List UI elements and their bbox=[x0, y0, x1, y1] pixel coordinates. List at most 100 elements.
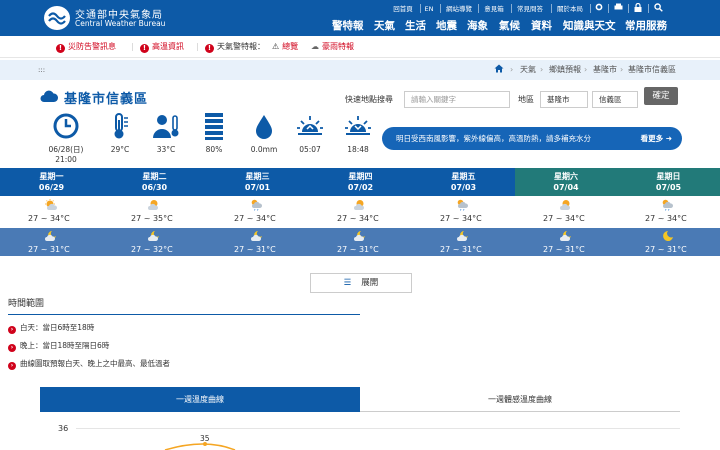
gear-icon[interactable] bbox=[594, 3, 604, 15]
day-temp-tue: 27 ~ 35°C bbox=[131, 214, 173, 223]
nav-services[interactable]: 常用服務 bbox=[625, 19, 667, 33]
feels-like-icon bbox=[152, 112, 180, 140]
util-link-home[interactable]: 回首頁 bbox=[388, 3, 418, 15]
note-chart: › 曲線圖取預報白天、晚上之中最高、最低溫者 bbox=[8, 359, 170, 370]
confirm-button[interactable]: 確定 bbox=[644, 87, 678, 105]
tab-weekly-temperature[interactable]: 一週溫度曲線 bbox=[40, 387, 360, 412]
keyword-search-input[interactable]: 請輸入關鍵字 bbox=[404, 91, 510, 108]
nav-climate[interactable]: 氣候 bbox=[499, 19, 520, 33]
logo-subtitle[interactable]: Central Weather Bureau bbox=[75, 19, 165, 28]
bullet-icon: › bbox=[8, 344, 16, 352]
see-more-link[interactable]: 看更多 ➜ bbox=[641, 127, 672, 150]
moon-cloudy-icon bbox=[354, 231, 365, 241]
breadcrumb-district: 基隆市信義區 bbox=[628, 65, 676, 74]
note-text: 晚上：當日18時至隔日6時 bbox=[20, 341, 110, 350]
day-date: 07/03 bbox=[450, 183, 477, 192]
chart-gridline bbox=[76, 428, 680, 429]
print-icon[interactable] bbox=[612, 3, 624, 15]
heat-info-link[interactable]: ! 高溫資訊 bbox=[140, 41, 184, 53]
day-header-sat: 星期六 07/04 bbox=[515, 168, 617, 196]
breadcrumb-township[interactable]: 鄉鎮預報 bbox=[549, 64, 581, 76]
nav-knowledge[interactable]: 知識與天文 bbox=[563, 19, 616, 33]
nav-life[interactable]: 生活 bbox=[405, 19, 426, 33]
day-header-mon: 星期一 06/29 bbox=[0, 168, 103, 196]
search-icon[interactable] bbox=[652, 3, 664, 15]
warning-info: ! 天氣警特報： bbox=[205, 41, 265, 53]
alert-divider: | bbox=[196, 42, 199, 51]
night-temp-fri: 27 ~ 31°C bbox=[440, 245, 482, 254]
warning-triangle-icon: ⚠ bbox=[272, 42, 280, 51]
day-temp-wed: 27 ~ 34°C bbox=[234, 214, 276, 223]
sunny-cloudy-icon bbox=[354, 200, 365, 210]
util-link-about[interactable]: 關於本局 bbox=[554, 3, 586, 15]
rain-drop-icon bbox=[250, 112, 278, 140]
nav-earthquake[interactable]: 地震 bbox=[436, 19, 457, 33]
bullet-icon: › bbox=[8, 362, 16, 370]
cloudy-rain-icon bbox=[662, 199, 674, 211]
expand-label: 展開 bbox=[361, 278, 379, 288]
breadcrumb-city[interactable]: 基隆市 bbox=[593, 64, 617, 76]
rain-cloud-icon: ☁ bbox=[311, 42, 319, 51]
home-icon[interactable] bbox=[494, 64, 504, 77]
moon-cloudy-icon bbox=[45, 231, 56, 241]
sunset-time: 18:48 bbox=[347, 145, 369, 154]
util-link-feedback[interactable]: 意見箱 bbox=[481, 3, 507, 15]
warning-overview-link[interactable]: ⚠ 總覽 bbox=[272, 41, 298, 53]
breadcrumb-weather[interactable]: 天氣 bbox=[520, 64, 536, 76]
moon-cloudy-icon bbox=[560, 231, 571, 241]
disaster-alert-link[interactable]: ! 災防告警訊息 bbox=[56, 41, 116, 53]
day-date: 06/30 bbox=[141, 183, 168, 192]
day-temp-sun: 27 ~ 34°C bbox=[645, 214, 687, 223]
heat-info-label: 高溫資訊 bbox=[152, 42, 184, 51]
util-divider bbox=[511, 4, 512, 13]
util-divider bbox=[551, 4, 552, 13]
cloudy-rain-icon bbox=[457, 199, 469, 211]
day-date: 07/04 bbox=[553, 183, 579, 192]
sunny-cloudy-icon bbox=[560, 200, 571, 210]
y-axis-tick: 36 bbox=[58, 424, 69, 433]
breadcrumb-separator: › bbox=[510, 65, 514, 74]
util-link-sitemap[interactable]: 網站導覽 bbox=[443, 3, 475, 15]
moon-cloudy-icon bbox=[251, 231, 262, 241]
util-link-en[interactable]: EN bbox=[422, 3, 436, 15]
day-temp-mon: 27 ~ 34°C bbox=[28, 214, 70, 223]
util-divider bbox=[628, 4, 629, 13]
moon-cloudy-icon bbox=[148, 231, 159, 241]
alert-bar: ! 災防告警訊息 | ! 高溫資訊 | ! 天氣警特報： ⚠ 總覽 ☁ 豪雨特報 bbox=[0, 36, 720, 58]
city-select[interactable]: 基隆市 bbox=[540, 91, 588, 108]
forecast-banner[interactable]: 明日受西南風影響，紫外線偏高，高溫防熱，請多補充水分 看更多 ➜ bbox=[382, 127, 682, 150]
nav-marine[interactable]: 海象 bbox=[467, 19, 488, 33]
overview-label: 總覽 bbox=[282, 42, 299, 51]
breadcrumb-separator: › bbox=[584, 65, 588, 74]
nav-warnings[interactable]: 警特報 bbox=[332, 19, 364, 33]
district-select[interactable]: 信義區 bbox=[592, 91, 638, 108]
day-name: 星期六 bbox=[554, 172, 578, 181]
expand-button[interactable]: ☰ 展開 bbox=[310, 273, 412, 293]
arrow-circle-icon: ➜ bbox=[665, 134, 672, 143]
lock-icon[interactable] bbox=[632, 2, 644, 15]
day-header-thu: 星期四 07/02 bbox=[309, 168, 412, 196]
time-range-title: 時間範圍 bbox=[8, 299, 45, 309]
sunset-icon bbox=[344, 112, 372, 140]
breadcrumb-separator: › bbox=[540, 65, 544, 74]
disaster-alert-label: 災防告警訊息 bbox=[68, 42, 116, 51]
temperature-curve bbox=[164, 442, 236, 450]
alert-icon: ! bbox=[56, 44, 65, 53]
util-divider bbox=[608, 4, 609, 13]
util-link-faq[interactable]: 常見問答 bbox=[514, 3, 546, 15]
banner-text: 明日受西南風影響，紫外線偏高，高溫防熱，請多補充水分 bbox=[396, 134, 591, 143]
alert-divider: | bbox=[131, 42, 134, 51]
nav-weather[interactable]: 天氣 bbox=[374, 19, 395, 33]
day-date: 06/29 bbox=[38, 183, 65, 192]
util-divider bbox=[478, 4, 479, 13]
heavy-rain-link[interactable]: ☁ 豪雨特報 bbox=[311, 41, 354, 53]
clock-icon bbox=[52, 112, 80, 140]
night-temp-tue: 27 ~ 32°C bbox=[131, 245, 173, 254]
util-divider bbox=[590, 4, 591, 13]
note-night: › 晚上：當日18時至隔日6時 bbox=[8, 341, 109, 352]
humidity-bars-icon bbox=[203, 112, 231, 140]
tab-weekly-apparent-temperature[interactable]: 一週體感溫度曲線 bbox=[360, 387, 680, 412]
nav-data[interactable]: 資料 bbox=[531, 19, 552, 33]
cwb-logo-icon[interactable] bbox=[44, 6, 70, 30]
accesskey-menu[interactable]: ::: bbox=[38, 64, 45, 76]
